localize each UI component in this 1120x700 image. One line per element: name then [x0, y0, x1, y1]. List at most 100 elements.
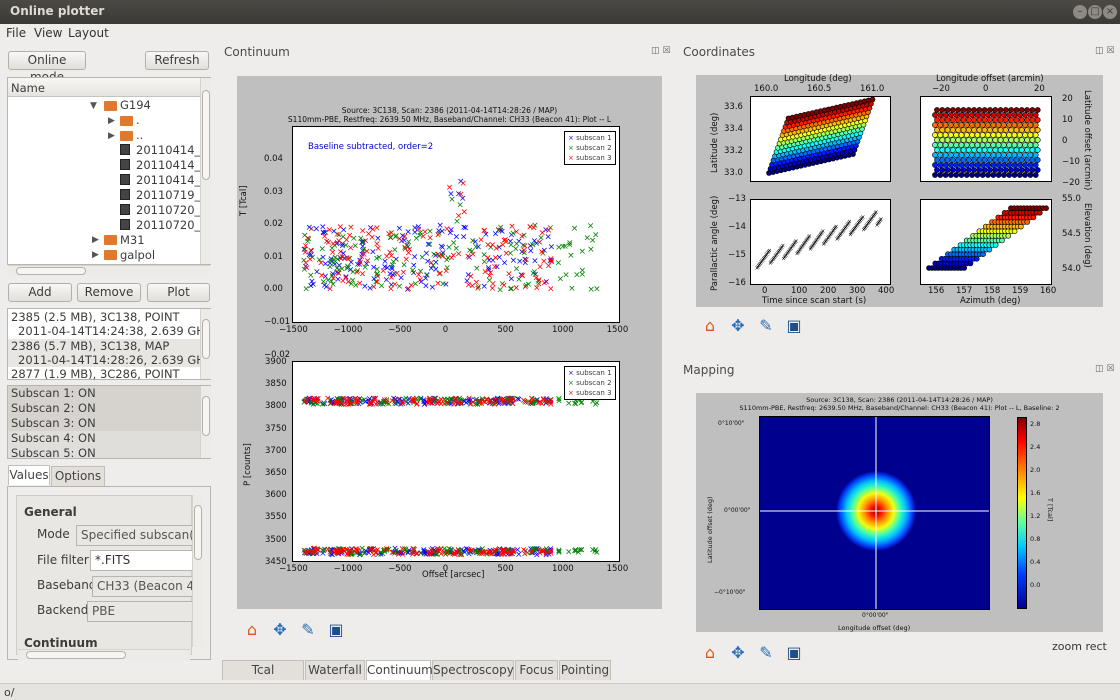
menu-view[interactable]: View [34, 26, 62, 40]
tab-spectroscopy[interactable]: Spectroscopy [432, 660, 514, 680]
tree-item[interactable]: G194 [120, 98, 151, 112]
tree-item[interactable]: 20110414_2 [136, 173, 208, 187]
scan-list-scrollbar[interactable] [200, 309, 211, 379]
svg-text:×: × [548, 258, 556, 268]
plot-button[interactable]: Plot [147, 283, 210, 302]
tab-values[interactable]: Values [8, 465, 50, 485]
home-icon[interactable]: ⌂ [242, 620, 262, 640]
svg-text:×: × [579, 266, 587, 276]
svg-text:×: × [317, 258, 325, 268]
tree-header[interactable]: Name [8, 78, 200, 97]
home-icon[interactable]: ⌂ [700, 643, 720, 663]
svg-text:×: × [416, 275, 424, 285]
dock-float-close-icons[interactable]: ◫ ☒ [651, 46, 670, 56]
scrollbar-thumb[interactable] [26, 651, 126, 659]
tab-options[interactable]: Options [51, 466, 105, 486]
expand-arrow-icon[interactable]: ▶ [108, 116, 115, 126]
tree-item[interactable]: 20110414_2 [136, 158, 208, 172]
svg-text:×: × [302, 284, 310, 294]
close-button[interactable]: × [1103, 5, 1117, 19]
save-icon[interactable]: ▣ [326, 620, 346, 640]
tree-item[interactable]: 20110720_5 [136, 203, 208, 217]
refresh-button[interactable]: Refresh [145, 51, 209, 70]
tab-focus[interactable]: Focus [515, 660, 558, 680]
menu-file[interactable]: File [6, 26, 26, 40]
expand-arrow-icon[interactable]: ▶ [108, 131, 115, 141]
dock-float-close-icons[interactable]: ◫ ☒ [1095, 46, 1114, 56]
configure-icon[interactable]: ✎ [756, 316, 776, 336]
dock-float-close-icons[interactable]: ◫ ☒ [1095, 364, 1114, 374]
tree-item[interactable]: M31 [120, 233, 145, 247]
colorbar-tick: 0.0 [1030, 581, 1041, 589]
coord-tick-label: 400 [878, 286, 895, 296]
continuum-top-axes[interactable]: × × × × × × × × × × × × × × × × × × × × × × × × × × × × × × × × × × × × × × × ×… [292, 126, 620, 323]
file-tree[interactable]: Name ▼ G194 ▶ . ▶ .. 20110414_2 20110414… [7, 77, 211, 265]
offset-axes[interactable] [920, 96, 1052, 182]
map-axes[interactable] [759, 416, 990, 610]
subscan-item[interactable]: Subscan 2: ON [8, 401, 200, 416]
save-icon[interactable]: ▣ [784, 316, 804, 336]
subscan-item[interactable]: Subscan 5: ON [8, 446, 200, 461]
expand-arrow-icon[interactable]: ▶ [92, 235, 99, 245]
pan-icon[interactable]: ✥ [270, 620, 290, 640]
tree-vertical-scrollbar[interactable] [200, 78, 211, 264]
subscan-item[interactable]: Subscan 4: ON [8, 431, 200, 446]
tree-item[interactable]: .. [136, 128, 143, 142]
svg-text:×: × [399, 550, 407, 560]
subscan-list-scrollbar[interactable] [200, 386, 211, 458]
menu-layout[interactable]: Layout [68, 26, 109, 40]
scrollbar-thumb[interactable] [16, 267, 86, 275]
subscan-item[interactable]: Subscan 1: ON [8, 386, 200, 401]
add-button[interactable]: Add [8, 283, 72, 302]
svg-text:×: × [396, 234, 404, 244]
tree-item[interactable]: . [136, 113, 140, 127]
mode-select[interactable]: Specified subscan(s) [76, 525, 194, 546]
list-item-selected[interactable]: 2386 (5.7 MB), 3C138, MAP 2011-04-14T14:… [8, 339, 211, 367]
collapse-arrow-icon[interactable]: ▼ [90, 101, 97, 111]
maximize-button[interactable]: □ [1088, 5, 1102, 19]
scrollbar-thumb[interactable] [194, 505, 202, 560]
remove-button[interactable]: Remove [77, 283, 141, 302]
svg-text:×: × [589, 546, 597, 556]
scan-list[interactable]: 2385 (2.5 MB), 3C138, POINT 2011-04-14T1… [7, 308, 211, 381]
configure-icon[interactable]: ✎ [756, 643, 776, 663]
tab-tcal-evolution[interactable]: Tcal evolution [222, 660, 304, 696]
backend-select[interactable]: PBE [87, 601, 194, 622]
svg-text:×: × [443, 225, 451, 235]
tree-item[interactable]: 20110720_5 [136, 218, 208, 232]
form-scrollbar[interactable] [192, 495, 203, 647]
pan-icon[interactable]: ✥ [728, 316, 748, 336]
expand-arrow-icon[interactable]: ▶ [92, 250, 99, 260]
form-horizontal-scrollbar[interactable] [18, 649, 190, 660]
file-filter-input[interactable]: *.FITS [90, 550, 194, 571]
scrollbar-thumb[interactable] [202, 396, 210, 436]
coord-tick-label: 156 [928, 286, 945, 296]
baseband-select[interactable]: CH33 (Beacon 41): [92, 576, 194, 597]
tab-continuum[interactable]: Continuum [366, 660, 433, 680]
parallactic-axes[interactable]: × × × × × × × × × × × × × × × × × × × × × × × × × × × × × × × × × × × × × × × ×… [750, 199, 891, 285]
tab-waterfall[interactable]: Waterfall [305, 660, 365, 680]
scrollbar-thumb[interactable] [202, 319, 210, 359]
scrollbar-thumb[interactable] [202, 90, 210, 180]
list-item[interactable]: 2877 (1.9 MB), 3C286, POINT [8, 367, 200, 381]
y-tick-label: 3800 [265, 401, 287, 412]
minimize-button[interactable]: – [1073, 5, 1087, 19]
configure-icon[interactable]: ✎ [298, 620, 318, 640]
tab-pointing[interactable]: Pointing [559, 660, 611, 680]
continuum-bottom-axes[interactable]: × × × × × × × × × × × × × × × × × × × × × × × × × × × × × × × × × × × × × × × ×… [292, 361, 620, 562]
online-mode-button[interactable]: Online mode [8, 51, 86, 84]
home-icon[interactable]: ⌂ [700, 316, 720, 336]
list-item[interactable]: 2385 (2.5 MB), 3C138, POINT 2011-04-14T1… [8, 309, 211, 339]
tree-horizontal-scrollbar[interactable] [8, 265, 210, 276]
azel-axes[interactable] [920, 199, 1052, 285]
lon-lat-axes[interactable] [750, 96, 891, 182]
save-icon[interactable]: ▣ [784, 643, 804, 663]
coord-tick-label: 100 [791, 286, 808, 296]
subscan-item[interactable]: Subscan 3: ON [8, 416, 200, 431]
subscan-list[interactable]: Subscan 1: ON Subscan 2: ON Subscan 3: ON S… [7, 385, 211, 461]
tree-item[interactable]: galpol [120, 248, 155, 262]
tree-item[interactable]: 20110414_2 [136, 143, 208, 157]
pan-icon[interactable]: ✥ [728, 643, 748, 663]
tree-item[interactable]: 20110719_5 [136, 188, 208, 202]
coord-tick-label: 159 [1012, 286, 1029, 296]
